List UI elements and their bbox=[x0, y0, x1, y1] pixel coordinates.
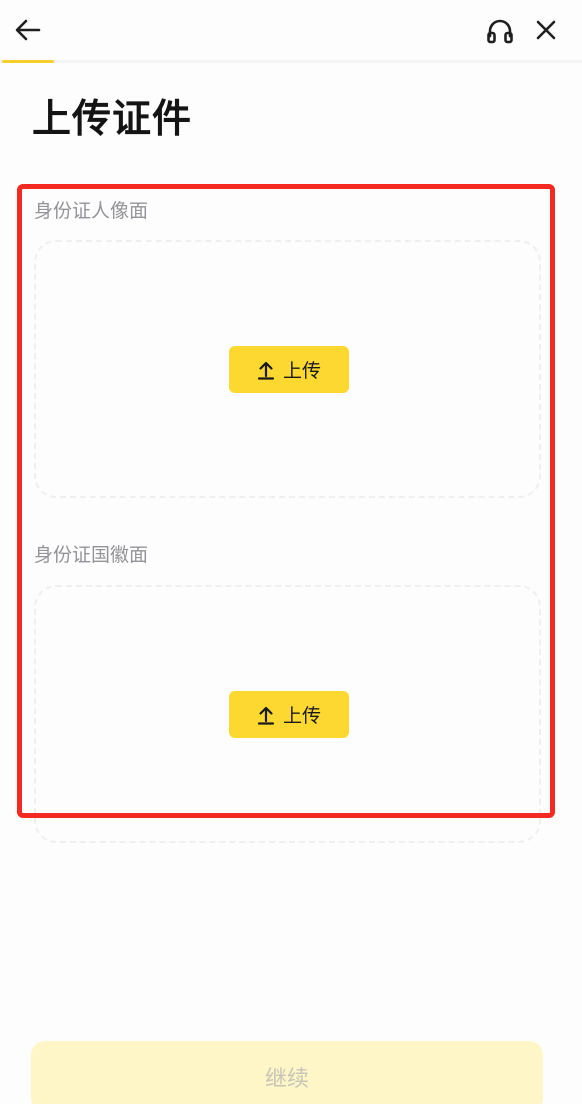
progress-bar-fill bbox=[2, 60, 55, 63]
upload-button-label: 上传 bbox=[282, 360, 321, 382]
continue-button[interactable]: 继续 bbox=[31, 1041, 543, 1104]
customer-support-button[interactable] bbox=[482, 13, 518, 49]
headset-icon bbox=[487, 19, 513, 44]
arrow-left-icon bbox=[15, 19, 41, 41]
progress-bar bbox=[0, 60, 582, 63]
upload-documents-screen: 上传证件 身份证人像面 上传 身份证国徽面 上传 继续 bbox=[0, 0, 582, 1104]
upload-arrow-icon bbox=[257, 705, 275, 725]
id-front-label: 身份证人像面 bbox=[34, 200, 149, 222]
upload-id-back-button[interactable]: 上传 bbox=[229, 691, 349, 738]
id-front-upload-area[interactable]: 上传 bbox=[34, 240, 541, 498]
upload-id-front-button[interactable]: 上传 bbox=[229, 346, 349, 393]
top-bar bbox=[0, 0, 582, 63]
close-icon bbox=[536, 20, 556, 40]
id-back-label: 身份证国徽面 bbox=[34, 544, 149, 566]
upload-button-label: 上传 bbox=[282, 705, 321, 727]
page-title: 上传证件 bbox=[32, 97, 193, 142]
upload-arrow-icon bbox=[257, 360, 275, 380]
back-button[interactable] bbox=[8, 12, 48, 48]
id-back-upload-area[interactable]: 上传 bbox=[34, 585, 541, 843]
close-button[interactable] bbox=[528, 12, 564, 48]
